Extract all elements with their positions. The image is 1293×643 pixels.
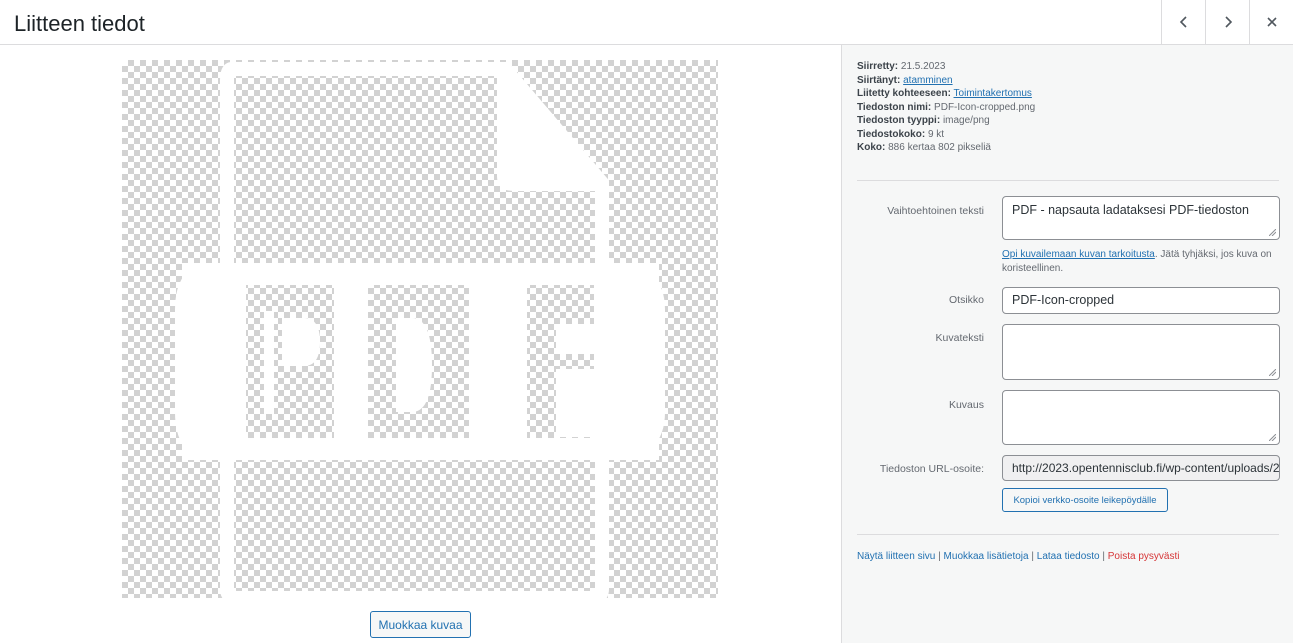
file-name: Tiedoston nimi: PDF-Icon-cropped.png (857, 101, 1036, 113)
file-size: Tiedostokoko: 9 kt (857, 128, 945, 140)
title-label: Otsikko (948, 294, 984, 306)
title-field[interactable]: PDF-Icon-cropped (1002, 287, 1280, 314)
file-url-field[interactable]: http://2023.opentennisclub.fi/wp-content… (1002, 455, 1280, 481)
alt-text-field[interactable]: PDF - napsauta ladataksesi PDF-tiedoston (1002, 196, 1280, 240)
previous-attachment-button[interactable] (1161, 0, 1205, 44)
caption-field[interactable] (1002, 324, 1280, 380)
attached-to: Liitetty kohteeseen: Toimintakertomus (857, 88, 1032, 99)
view-attachment-link[interactable]: Näytä liitteen sivu (857, 551, 935, 562)
chevron-left-icon (1179, 16, 1187, 28)
attachment-preview: Muokkaa kuvaa (0, 45, 841, 643)
uploaded-by-link[interactable]: atamminen (903, 75, 952, 86)
attachment-details-sidebar: Siirretty: 21.5.2023 Siirtänyt: atammine… (841, 45, 1293, 643)
file-url-label: Tiedoston URL-osoite: (879, 463, 984, 475)
file-metadata: Siirretty: 21.5.2023 Siirtänyt: atammine… (857, 60, 1035, 155)
divider (857, 534, 1279, 535)
dimensions: Koko: 886 kertaa 802 pikseliä (857, 142, 991, 153)
resize-handle-icon[interactable] (1269, 229, 1276, 236)
divider (857, 180, 1279, 181)
chevron-right-icon (1224, 16, 1232, 28)
attached-to-link[interactable]: Toimintakertomus (954, 88, 1032, 99)
uploaded-date: Siirretty: 21.5.2023 (857, 61, 946, 72)
modal-header: Liitteen tiedot (0, 0, 1293, 45)
caption-label: Kuvateksti (935, 332, 984, 344)
file-type: Tiedoston tyyppi: image/png (857, 115, 990, 126)
description-label: Kuvaus (948, 399, 984, 411)
modal-title: Liitteen tiedot (14, 11, 145, 36)
uploaded-by: Siirtänyt: atamminen (857, 74, 953, 86)
attachment-actions: Näytä liitteen sivu | Muokkaa lisätietoj… (857, 551, 1180, 562)
alt-text-help: Opi kuvailemaan kuvan tarkoitusta. Jätä … (1002, 249, 1272, 274)
next-attachment-button[interactable] (1205, 0, 1249, 44)
pdf-file-icon (175, 62, 665, 598)
edit-image-button[interactable]: Muokkaa kuvaa (370, 611, 471, 638)
close-icon (1266, 17, 1277, 27)
delete-permanently-link[interactable]: Poista pysyvästi (1108, 551, 1180, 562)
edit-more-details-link[interactable]: Muokkaa lisätietoja (944, 551, 1029, 562)
resize-handle-icon[interactable] (1269, 434, 1276, 441)
alt-text-help-link[interactable]: Opi kuvailemaan kuvan tarkoitusta (1002, 249, 1155, 260)
alt-text-label: Vaihtoehtoinen teksti (887, 205, 984, 217)
description-field[interactable] (1002, 390, 1280, 445)
copy-url-button[interactable]: Kopioi verkko-osoite leikepöydälle (1002, 488, 1168, 512)
download-file-link[interactable]: Lataa tiedosto (1037, 551, 1100, 562)
resize-handle-icon[interactable] (1269, 369, 1276, 376)
close-modal-button[interactable] (1249, 0, 1293, 44)
